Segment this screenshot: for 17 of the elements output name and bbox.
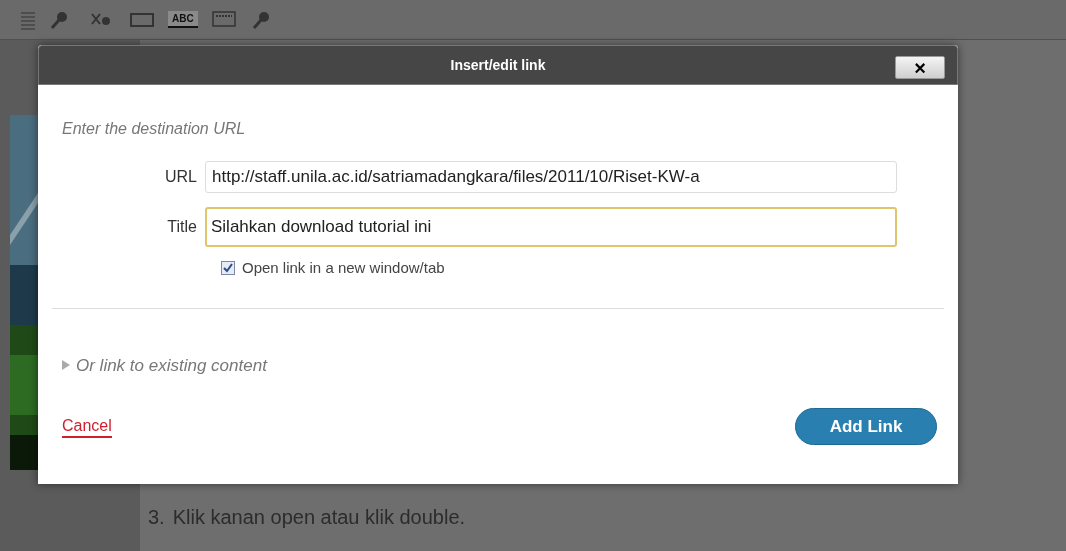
checkbox-label: Open link in a new window/tab (242, 258, 445, 278)
checkbox[interactable] (221, 261, 235, 276)
spellcheck-button[interactable]: ABC (168, 11, 198, 28)
dialog-title: Insert/edit link (450, 55, 546, 75)
add-link-button[interactable]: Add Link (795, 408, 937, 445)
field-label: URL (164, 167, 198, 187)
checkmark-icon (223, 263, 233, 274)
text-field[interactable]: http://staff.unila.ac.id/satriamadangkara/files/2011/10/Riset-KW-a (205, 161, 897, 193)
list-item-text: Klik kanan open atau klik double. (172, 505, 466, 530)
field-label: Title (166, 217, 198, 237)
list-number: 3. (148, 505, 165, 530)
text-field[interactable]: Silahkan download tutorial ini (205, 207, 897, 247)
cancel-link[interactable]: Cancel (62, 415, 112, 438)
triangle-icon (62, 360, 70, 371)
intro-text: Enter the destination URL (62, 119, 247, 139)
close-button[interactable]: × (895, 56, 945, 79)
existing-content-toggle[interactable]: Or link to existing content (62, 352, 267, 378)
